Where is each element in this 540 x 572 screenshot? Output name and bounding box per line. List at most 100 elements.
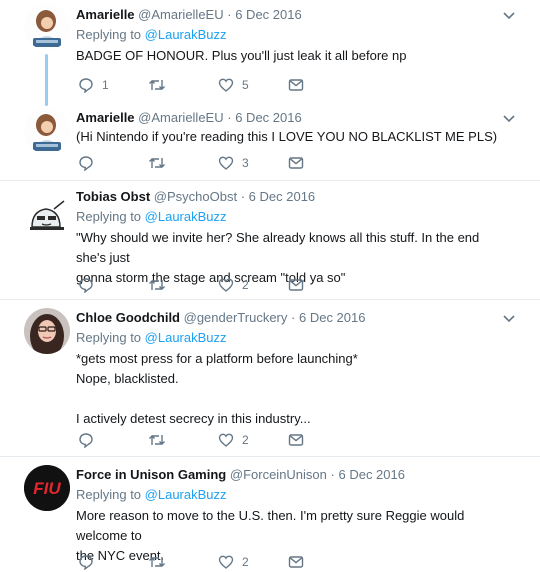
heart-icon bbox=[218, 433, 234, 447]
tweet-text: *gets most press for a platform before l… bbox=[76, 349, 506, 429]
chevron-down-icon[interactable] bbox=[502, 114, 516, 124]
tweet-text-line: BADGE OF HONOUR. Plus you'll just leak i… bbox=[76, 48, 407, 63]
reply-button[interactable] bbox=[78, 154, 102, 172]
tweet[interactable]: Tobias Obst @PsychoObst · 6 Dec 2016 Rep… bbox=[0, 181, 540, 299]
envelope-icon bbox=[288, 434, 304, 446]
tweet-text-line bbox=[76, 389, 506, 409]
display-name[interactable]: Amarielle bbox=[76, 110, 135, 125]
avatar[interactable] bbox=[24, 108, 70, 154]
reply-icon bbox=[79, 555, 93, 570]
separator-dot: · bbox=[227, 7, 232, 22]
tweet-header: Amarielle @AmarielleEU · 6 Dec 2016 bbox=[76, 7, 506, 23]
tweet[interactable]: Chloe Goodchild @genderTruckery · 6 Dec … bbox=[0, 300, 540, 456]
direct-message-button[interactable] bbox=[288, 431, 304, 449]
replying-to-label: Replying to bbox=[76, 209, 142, 224]
tweet-text: (Hi Nintendo if you're reading this I LO… bbox=[76, 127, 506, 147]
tweet-text: BADGE OF HONOUR. Plus you'll just leak i… bbox=[76, 46, 506, 66]
like-button[interactable]: 5 bbox=[218, 76, 249, 94]
like-count: 3 bbox=[242, 156, 249, 170]
tweet[interactable]: Amarielle @AmarielleEU · 6 Dec 2016 Repl… bbox=[0, 0, 540, 110]
replying-to-link[interactable]: @LaurakBuzz bbox=[145, 330, 227, 345]
display-name[interactable]: Tobias Obst bbox=[76, 189, 150, 204]
retweet-icon bbox=[149, 280, 165, 290]
tweet-date[interactable]: 6 Dec 2016 bbox=[338, 467, 405, 482]
direct-message-button[interactable] bbox=[288, 276, 304, 294]
heart-icon bbox=[218, 555, 234, 569]
user-handle[interactable]: @AmarielleEU bbox=[138, 7, 223, 22]
tweet-actions: 2 bbox=[76, 431, 496, 449]
envelope-icon bbox=[288, 556, 304, 568]
tweet-actions: 1 5 bbox=[76, 76, 496, 94]
display-name[interactable]: Amarielle bbox=[76, 7, 135, 22]
replying-to-link[interactable]: @LaurakBuzz bbox=[145, 209, 227, 224]
tweet[interactable]: Amarielle @AmarielleEU · 6 Dec 2016 (Hi … bbox=[0, 104, 540, 180]
replying-to-label: Replying to bbox=[76, 27, 142, 42]
direct-message-button[interactable] bbox=[288, 553, 304, 571]
reply-count: 1 bbox=[102, 78, 109, 92]
avatar[interactable] bbox=[24, 308, 70, 354]
retweet-button[interactable] bbox=[148, 553, 174, 571]
like-count: 2 bbox=[242, 433, 249, 447]
tweet-date[interactable]: 6 Dec 2016 bbox=[299, 310, 366, 325]
reply-icon bbox=[79, 156, 93, 171]
replying-to-label: Replying to bbox=[76, 487, 142, 502]
user-handle[interactable]: @PsychoObst bbox=[154, 189, 237, 204]
tweet-text-line: I actively detest secrecy in this indust… bbox=[76, 411, 311, 426]
replying-to-link[interactable]: @LaurakBuzz bbox=[145, 27, 227, 42]
retweet-button[interactable] bbox=[148, 76, 174, 94]
like-count: 5 bbox=[242, 78, 249, 92]
user-handle[interactable]: @AmarielleEU bbox=[138, 110, 223, 125]
tweet-date[interactable]: 6 Dec 2016 bbox=[249, 189, 316, 204]
reply-button[interactable] bbox=[78, 431, 102, 449]
direct-message-button[interactable] bbox=[288, 154, 304, 172]
replying-to: Replying to @LaurakBuzz bbox=[76, 209, 506, 225]
replying-to: Replying to @LaurakBuzz bbox=[76, 27, 506, 43]
replying-to-link[interactable]: @LaurakBuzz bbox=[145, 487, 227, 502]
user-handle[interactable]: @ForceinUnison bbox=[230, 467, 327, 482]
retweet-icon bbox=[149, 158, 165, 168]
tweet-actions: 3 bbox=[76, 154, 496, 172]
avatar[interactable] bbox=[24, 4, 70, 50]
like-button[interactable]: 2 bbox=[218, 431, 249, 449]
reply-button[interactable] bbox=[78, 553, 102, 571]
like-count: 2 bbox=[242, 555, 249, 569]
tweet-actions: 2 bbox=[76, 553, 496, 571]
tweet-date[interactable]: 6 Dec 2016 bbox=[235, 110, 302, 125]
tweet[interactable]: FIU Force in Unison Gaming @ForceinUniso… bbox=[0, 457, 540, 572]
tweet-date[interactable]: 6 Dec 2016 bbox=[235, 7, 302, 22]
like-count: 2 bbox=[242, 278, 249, 292]
direct-message-button[interactable] bbox=[288, 76, 304, 94]
like-button[interactable]: 3 bbox=[218, 154, 249, 172]
separator-dot: · bbox=[227, 110, 232, 125]
display-name[interactable]: Force in Unison Gaming bbox=[76, 467, 226, 482]
replying-to: Replying to @LaurakBuzz bbox=[76, 330, 506, 346]
display-name[interactable]: Chloe Goodchild bbox=[76, 310, 180, 325]
reply-icon bbox=[79, 278, 93, 293]
avatar-logo-text: FIU bbox=[33, 479, 61, 498]
retweet-button[interactable] bbox=[148, 431, 174, 449]
retweet-button[interactable] bbox=[148, 154, 174, 172]
separator-dot: · bbox=[291, 310, 296, 325]
tweet-header: Tobias Obst @PsychoObst · 6 Dec 2016 bbox=[76, 189, 506, 205]
separator-dot: · bbox=[240, 189, 246, 204]
tweet-text-line: "Why should we invite her? She already k… bbox=[76, 230, 480, 265]
reply-button[interactable]: 1 bbox=[78, 76, 109, 94]
envelope-icon bbox=[288, 279, 304, 291]
like-button[interactable]: 2 bbox=[218, 276, 249, 294]
tweet-text-line: (Hi Nintendo if you're reading this I LO… bbox=[76, 129, 498, 144]
envelope-icon bbox=[288, 79, 304, 91]
avatar[interactable]: FIU bbox=[24, 465, 70, 511]
chevron-down-icon[interactable] bbox=[502, 314, 516, 324]
replying-to-label: Replying to bbox=[76, 330, 142, 345]
heart-icon bbox=[218, 78, 234, 92]
reply-button[interactable] bbox=[78, 276, 102, 294]
separator-dot: · bbox=[330, 467, 335, 482]
user-handle[interactable]: @genderTruckery bbox=[184, 310, 288, 325]
chevron-down-icon[interactable] bbox=[502, 11, 516, 21]
retweet-button[interactable] bbox=[148, 276, 174, 294]
heart-icon bbox=[218, 156, 234, 170]
tweet-header: Amarielle @AmarielleEU · 6 Dec 2016 bbox=[76, 110, 506, 126]
avatar[interactable] bbox=[24, 193, 70, 239]
like-button[interactable]: 2 bbox=[218, 553, 249, 571]
retweet-icon bbox=[149, 80, 165, 90]
